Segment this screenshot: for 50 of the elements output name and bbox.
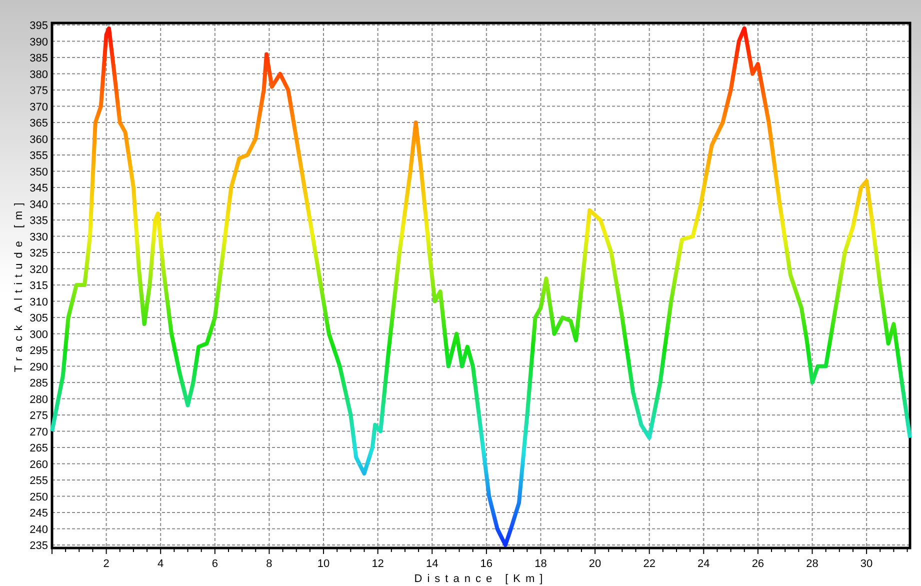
y-tick-label: 275 bbox=[30, 410, 48, 422]
y-tick-label: 355 bbox=[30, 150, 48, 162]
y-tick-label: 265 bbox=[30, 442, 48, 454]
y-tick-label: 380 bbox=[30, 68, 48, 81]
y-tick-label: 385 bbox=[30, 52, 48, 64]
y-tick-label: 315 bbox=[30, 280, 48, 292]
x-tick-label: 18 bbox=[534, 558, 547, 570]
x-axis-title: Distance [Km] bbox=[414, 573, 548, 585]
x-tick-label: 6 bbox=[212, 558, 218, 570]
x-tick-label: 8 bbox=[266, 558, 272, 570]
y-tick-label: 290 bbox=[30, 361, 48, 374]
y-tick-label: 345 bbox=[30, 182, 48, 194]
y-tick-label: 335 bbox=[30, 215, 48, 227]
y-tick-label: 375 bbox=[30, 85, 48, 97]
y-tick-label: 245 bbox=[30, 508, 48, 520]
x-tick-label: 28 bbox=[806, 558, 818, 570]
x-tick-label: 30 bbox=[860, 558, 873, 570]
y-tick-label: 395 bbox=[30, 20, 48, 32]
x-tick-label: 22 bbox=[643, 558, 656, 570]
x-tick-label: 20 bbox=[588, 558, 602, 570]
y-tick-label: 305 bbox=[30, 312, 48, 324]
x-tick-label: 10 bbox=[317, 558, 330, 570]
y-tick-label: 285 bbox=[30, 378, 48, 390]
y-tick-label: 260 bbox=[30, 458, 48, 471]
y-tick-label: 255 bbox=[30, 475, 48, 487]
y-tick-label: 295 bbox=[30, 345, 48, 357]
y-tick-label: 330 bbox=[30, 231, 48, 244]
x-tick-label: 26 bbox=[752, 558, 764, 570]
y-tick-label: 235 bbox=[30, 540, 48, 552]
y-axis-title: Track Altitude [m] bbox=[13, 198, 25, 372]
y-tick-label: 250 bbox=[30, 491, 48, 504]
x-tick-label: 12 bbox=[372, 558, 384, 570]
y-tick-label: 320 bbox=[30, 264, 48, 276]
y-tick-label: 365 bbox=[30, 118, 48, 130]
y-tick-label: 300 bbox=[30, 328, 48, 341]
y-tick-label: 340 bbox=[30, 198, 48, 211]
y-tick-label: 325 bbox=[30, 248, 48, 260]
x-tick-label: 24 bbox=[698, 558, 710, 570]
x-tick-label: 14 bbox=[426, 558, 438, 570]
x-tick-label: 16 bbox=[480, 558, 493, 570]
y-tick-label: 240 bbox=[30, 524, 48, 536]
y-tick-label: 280 bbox=[30, 394, 48, 406]
y-tick-label: 350 bbox=[30, 166, 48, 178]
y-tick-label: 370 bbox=[30, 101, 48, 114]
y-tick-label: 390 bbox=[30, 36, 48, 48]
y-tick-label: 360 bbox=[30, 134, 48, 146]
y-tick-label: 310 bbox=[30, 296, 48, 308]
x-tick-label: 2 bbox=[103, 558, 110, 570]
x-tick-label: 4 bbox=[158, 558, 164, 570]
y-tick-label: 270 bbox=[30, 426, 48, 438]
